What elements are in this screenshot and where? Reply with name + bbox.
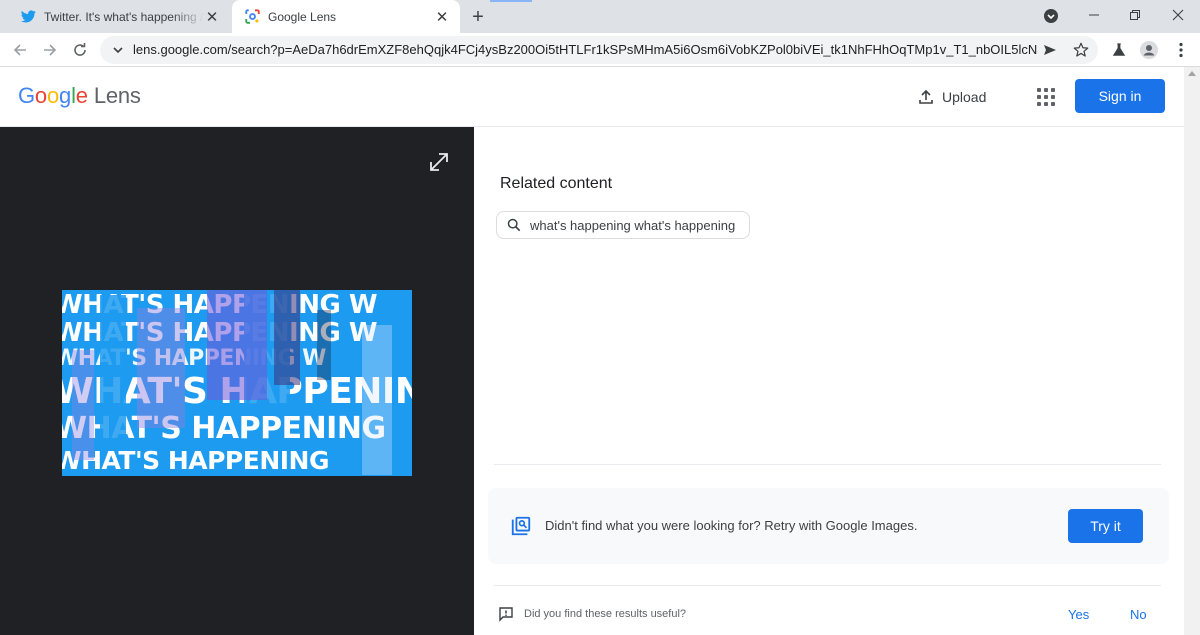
try-it-button[interactable]: Try it <box>1068 509 1143 543</box>
related-search-chip[interactable]: what's happening what's happening <box>496 211 751 239</box>
feedback-icon <box>498 606 514 622</box>
related-content-title: Related content <box>500 175 613 192</box>
feedback-question: Did you find these results useful? <box>524 608 687 620</box>
tab-twitter[interactable]: Twitter. It's what's happening / Twitter… <box>8 0 230 33</box>
expand-icon[interactable] <box>428 151 450 173</box>
search-icon <box>507 218 521 232</box>
feedback-no-button[interactable]: No <box>1130 607 1147 622</box>
image-search-icon <box>510 515 532 537</box>
sign-in-button[interactable]: Sign in <box>1075 79 1165 113</box>
divider <box>494 585 1161 586</box>
chevron-down-icon[interactable] <box>110 42 126 58</box>
reload-icon[interactable] <box>68 38 92 62</box>
divider <box>494 464 1161 465</box>
logo-lens-word: Lens <box>93 83 141 108</box>
bookmark-star-icon[interactable] <box>1072 41 1090 59</box>
tab-search-icon[interactable] <box>1042 7 1060 25</box>
logo-letter: g <box>59 83 72 108</box>
send-icon[interactable] <box>1042 42 1058 58</box>
upload-icon <box>919 89 933 104</box>
page-scrollbar[interactable] <box>1184 67 1200 635</box>
google-apps-grid-icon[interactable] <box>1034 85 1058 109</box>
tab-title: Google Lens <box>268 9 337 24</box>
retry-card: Didn't find what you were looking for? R… <box>488 488 1169 564</box>
query-image[interactable]: WHAT'S HAPPENING W WHAT'S HAPPENING W WH… <box>62 290 412 476</box>
logo-letter: o <box>46 83 60 108</box>
chip-label: what's happening what's happening <box>530 217 736 233</box>
restore-icon[interactable] <box>1113 0 1157 30</box>
close-tab-icon[interactable]: ✕ <box>434 9 450 26</box>
google-lens-logo[interactable]: Google Lens <box>18 83 141 109</box>
tabstrip-accent <box>490 0 532 2</box>
address-bar[interactable]: lens.google.com/search?p=AeDa7h6drEmXZF8… <box>100 36 1098 64</box>
image-glitch-overlay <box>72 290 392 475</box>
window-close-icon[interactable] <box>1156 0 1200 30</box>
logo-letter: o <box>34 83 47 108</box>
tab-strip: Twitter. It's what's happening / Twitter… <box>0 0 1200 33</box>
logo-letter: G <box>18 83 35 108</box>
results-pane: Related content what's happening what's … <box>474 127 1184 635</box>
labs-flask-icon[interactable] <box>1110 41 1128 59</box>
minimize-icon[interactable] <box>1072 0 1116 30</box>
logo-letter: e <box>75 83 88 108</box>
forward-arrow-icon[interactable] <box>38 38 62 62</box>
upload-label: Upload <box>942 89 987 105</box>
tab-google-lens[interactable]: Google Lens ✕ <box>232 0 460 33</box>
new-tab-button[interactable]: + <box>466 5 490 29</box>
scroll-up-arrow-icon[interactable] <box>1188 71 1196 76</box>
url-text[interactable]: lens.google.com/search?p=AeDa7h6drEmXZF8… <box>133 42 1038 57</box>
feedback-yes-button[interactable]: Yes <box>1068 607 1089 622</box>
twitter-bird-icon <box>20 9 36 25</box>
kebab-menu-icon[interactable] <box>1172 41 1190 59</box>
close-tab-icon[interactable]: ✕ <box>204 9 220 26</box>
back-arrow-icon[interactable] <box>8 38 32 62</box>
profile-avatar-icon[interactable] <box>1140 41 1158 59</box>
google-lens-icon <box>244 9 260 25</box>
upload-button[interactable]: Upload <box>918 85 986 109</box>
browser-toolbar: lens.google.com/search?p=AeDa7h6drEmXZF8… <box>0 33 1200 67</box>
retry-text: Didn't find what you were looking for? R… <box>545 518 918 533</box>
query-image-pane: WHAT'S HAPPENING W WHAT'S HAPPENING W WH… <box>0 127 474 635</box>
tab-title: Twitter. It's what's happening / Twitter <box>44 9 204 24</box>
lens-header: Google Lens Upload Sign in <box>0 67 1184 127</box>
